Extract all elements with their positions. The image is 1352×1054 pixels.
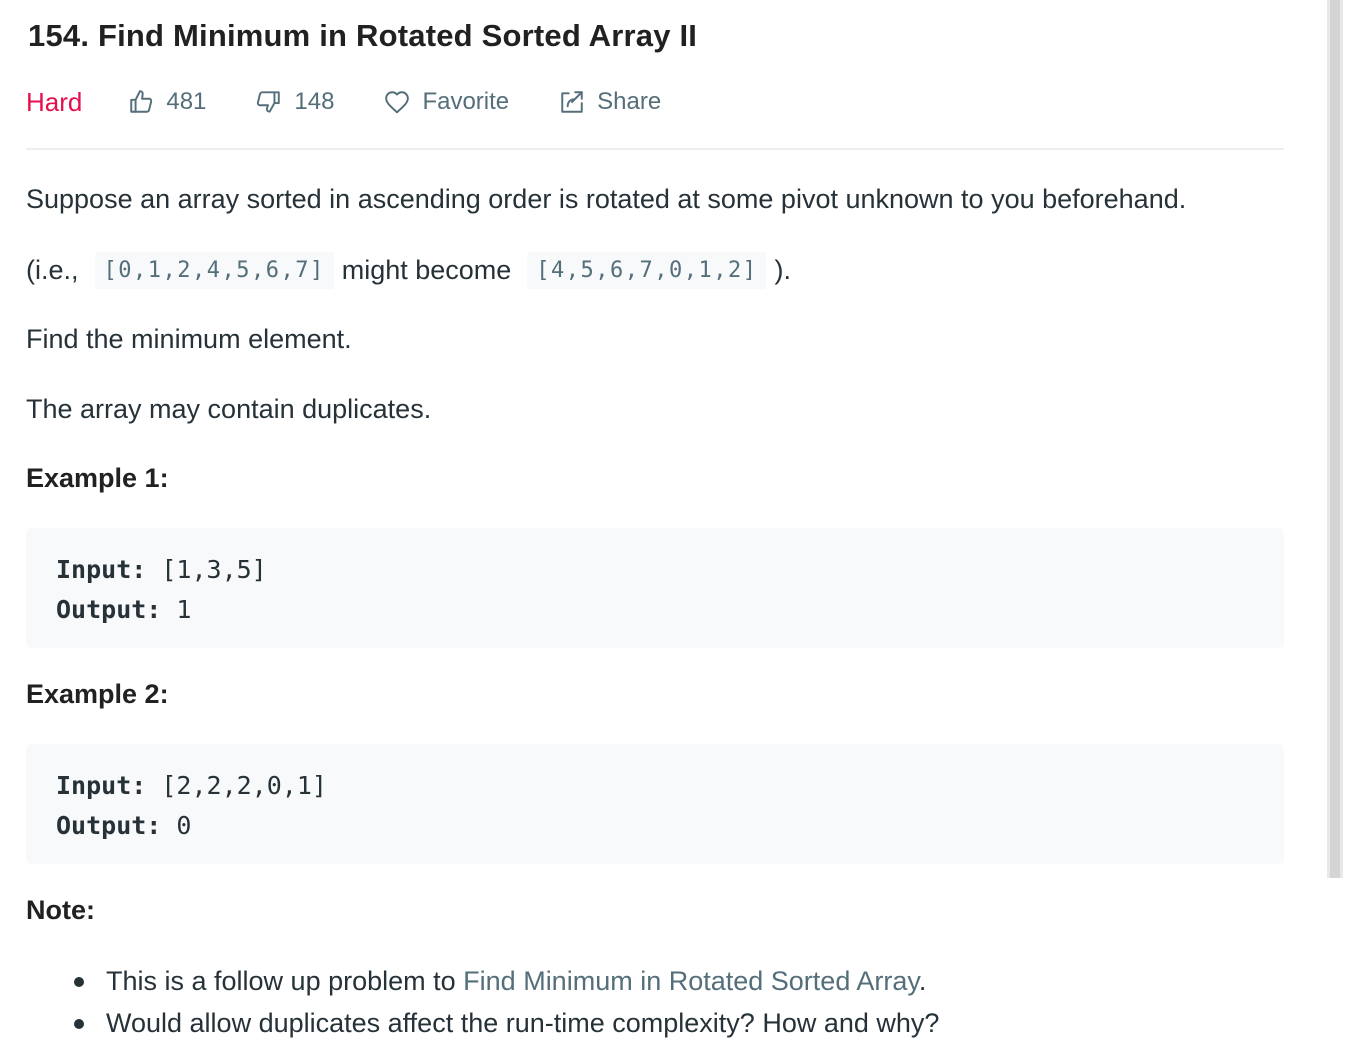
- example-code-block: Input: [1,3,5] Output: 1: [26, 528, 1284, 648]
- header-divider: [26, 148, 1284, 150]
- dislike-button[interactable]: 148: [254, 88, 334, 116]
- share-button[interactable]: Share: [559, 88, 661, 116]
- description-paragraph: The array may contain duplicates.: [26, 394, 432, 424]
- bullet-icon: [74, 1019, 84, 1029]
- output-label: Output:: [56, 811, 162, 840]
- inline-text: might become: [341, 255, 512, 285]
- problem-stats-bar: Hard 481 148 Favorite Share: [26, 84, 661, 120]
- dislikes-count: 148: [294, 88, 335, 115]
- thumbs-down-icon: [254, 89, 282, 115]
- favorite-label: Favorite: [422, 88, 510, 115]
- thumbs-up-icon: [128, 89, 154, 115]
- inline-text: ).: [774, 255, 791, 285]
- favorite-button[interactable]: Favorite: [384, 88, 509, 116]
- input-label: Input:: [56, 555, 147, 584]
- example-output-line: Output: 1: [56, 590, 1284, 630]
- related-problem-link[interactable]: Find Minimum in Rotated Sorted Array: [463, 966, 919, 996]
- heart-icon: [384, 90, 410, 114]
- share-label: Share: [597, 88, 662, 115]
- input-value: [2,2,2,0,1]: [146, 771, 327, 800]
- likes-count: 481: [166, 88, 207, 115]
- example-output-line: Output: 0: [56, 806, 1284, 846]
- like-button[interactable]: 481: [128, 88, 206, 116]
- example-input-line: Input: [1,3,5]: [56, 550, 1284, 590]
- bullet-icon: [74, 977, 84, 987]
- output-value: 1: [161, 595, 192, 624]
- example-heading: Example 1:: [26, 463, 169, 493]
- scrollbar-thumb[interactable]: [1330, 0, 1340, 878]
- description-example-sentence: (i.e., [0,1,2,4,5,6,7] might become [4,5…: [26, 252, 791, 289]
- note-text: .: [918, 966, 927, 996]
- list-item: Would allow duplicates affect the run-ti…: [26, 1002, 939, 1044]
- vertical-scrollbar[interactable]: [1327, 0, 1343, 878]
- description-paragraph: Find the minimum element.: [26, 324, 352, 354]
- example-input-line: Input: [2,2,2,0,1]: [56, 766, 1284, 806]
- input-label: Input:: [56, 771, 147, 800]
- example-heading: Example 2:: [26, 679, 169, 709]
- note-text: Would allow duplicates affect the run-ti…: [106, 1008, 940, 1038]
- difficulty-label: Hard: [26, 86, 83, 117]
- inline-text: (i.e.,: [26, 255, 79, 285]
- example-code-block: Input: [2,2,2,0,1] Output: 0: [26, 744, 1284, 864]
- list-item: This is a follow up problem to Find Mini…: [26, 960, 939, 1002]
- description-paragraph: Suppose an array sorted in ascending ord…: [26, 184, 1187, 214]
- output-label: Output:: [56, 595, 162, 624]
- note-list: This is a follow up problem to Find Mini…: [26, 960, 939, 1044]
- input-value: [1,3,5]: [146, 555, 267, 584]
- note-heading: Note:: [26, 895, 95, 925]
- problem-title: 154. Find Minimum in Rotated Sorted Arra…: [28, 18, 698, 53]
- share-icon: [559, 89, 585, 115]
- output-value: 0: [161, 811, 192, 840]
- note-text: This is a follow up problem to: [106, 966, 464, 996]
- inline-code: [4,5,6,7,0,1,2]: [527, 252, 767, 289]
- inline-code: [0,1,2,4,5,6,7]: [94, 252, 334, 289]
